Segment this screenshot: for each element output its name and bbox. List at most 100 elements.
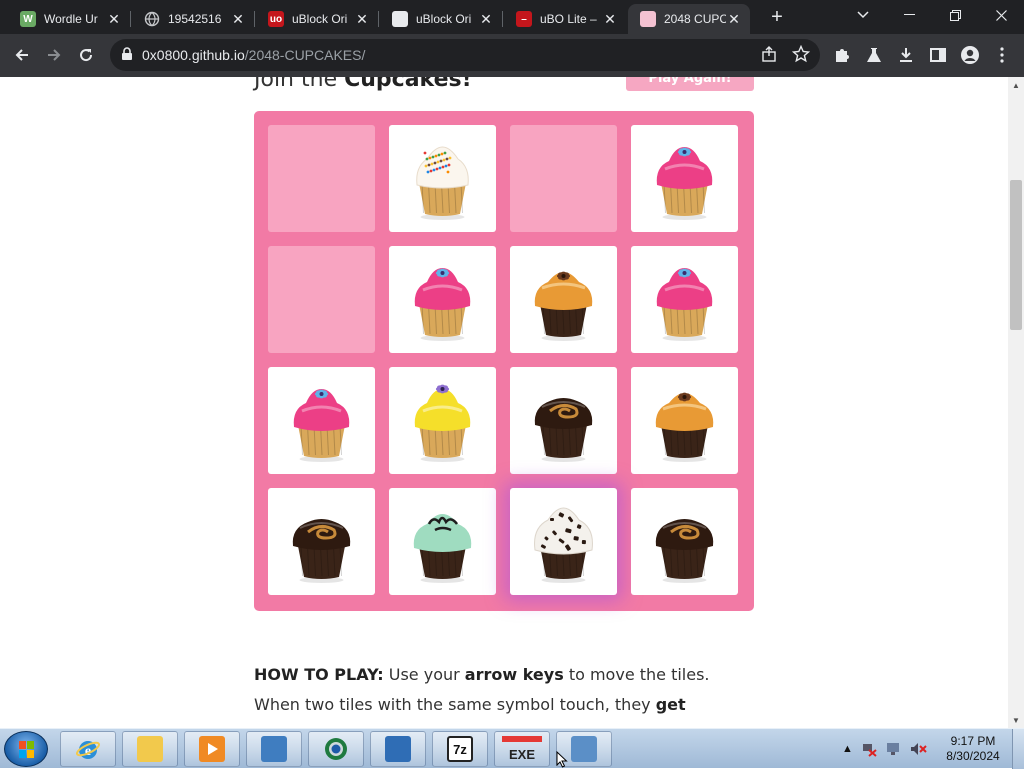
caramel-chocolate-cupcake-icon <box>534 271 593 341</box>
tab-title: uBO Lite – <box>540 12 597 26</box>
reload-icon <box>80 49 93 62</box>
extensions-button[interactable] <box>828 41 856 69</box>
taskbar-youtube-exe[interactable]: EXE <box>494 731 550 767</box>
cupcake-tile <box>510 246 617 353</box>
scroll-up-arrow-icon[interactable]: ▲ <box>1008 77 1024 93</box>
browser-tab[interactable]: W Wordle Ur ✕ <box>8 4 130 34</box>
browser-tab[interactable]: – uBO Lite – ✕ <box>504 4 626 34</box>
labs-button[interactable] <box>860 41 888 69</box>
side-panel-button[interactable] <box>924 41 952 69</box>
tab-separator <box>130 11 131 27</box>
tab-separator <box>254 11 255 27</box>
taskbar-upload-tool[interactable] <box>370 731 426 767</box>
ublock-origin-icon: uo <box>268 11 284 27</box>
system-tray: ▲ <box>842 735 927 763</box>
scrollbar-thumb[interactable] <box>1010 180 1022 330</box>
close-tab-icon[interactable]: ✕ <box>230 11 246 27</box>
profile-avatar-icon <box>961 46 979 64</box>
play-again-button[interactable]: Play Again! <box>626 77 754 91</box>
windows-logo-icon <box>19 741 34 758</box>
close-tab-icon[interactable]: ✕ <box>478 11 494 27</box>
address-bar[interactable]: 0x0800.github.io/2048-CUPCAKES/ <box>110 39 820 71</box>
side-panel-icon <box>930 48 946 62</box>
show-desktop-button[interactable] <box>1012 729 1024 769</box>
tab-title: uBlock Ori <box>416 12 472 26</box>
howto-label: HOW TO PLAY: <box>254 665 384 684</box>
page-viewport: Join the Cupcakes! Play Again! HOW TO PL… <box>0 77 1008 728</box>
taskbar-media-player[interactable] <box>184 731 240 767</box>
taskbar-clock[interactable]: 9:17 PM 8/30/2024 <box>938 734 1008 764</box>
forward-button[interactable] <box>40 41 68 69</box>
game-board <box>254 111 754 611</box>
browser-tab[interactable]: 19542516 ✕ <box>132 4 254 34</box>
minimize-button[interactable] <box>886 0 932 30</box>
page-scrollbar[interactable]: ▲ ▼ <box>1008 77 1024 728</box>
remote-desktop-icon <box>571 736 597 762</box>
7zip-icon: 7z <box>447 736 473 762</box>
youtube-exe-label: EXE <box>502 736 542 762</box>
taskbar-file-explorer[interactable] <box>122 731 178 767</box>
browser-tab-strip: W Wordle Ur ✕ 19542516 ✕ uo uBlock Ori ✕ uBlock … <box>0 0 1024 34</box>
7zip-label: 7z <box>453 741 467 757</box>
menu-button[interactable] <box>988 41 1016 69</box>
cupcake-tile <box>631 367 738 474</box>
close-tab-icon[interactable]: ✕ <box>354 11 370 27</box>
upload-tool-icon <box>385 736 411 762</box>
browser-tab[interactable]: 2048 CUPC ✕ <box>628 4 750 34</box>
empty-cell <box>268 246 375 353</box>
tab-title: 2048 CUPC <box>664 12 726 26</box>
mint-chocolate-cupcake-icon <box>413 514 472 583</box>
heading-bold: Cupcakes! <box>344 77 472 92</box>
tray-expand-icon[interactable]: ▲ <box>842 743 853 755</box>
download-icon <box>900 48 912 62</box>
cupcake-tile <box>510 367 617 474</box>
internet-explorer-icon: e <box>75 736 101 762</box>
cupcake-tile <box>389 367 496 474</box>
downloads-button[interactable] <box>892 41 920 69</box>
media-player-icon <box>199 736 225 762</box>
cupcake-favicon-icon <box>640 11 656 27</box>
back-button[interactable] <box>8 41 36 69</box>
forward-arrow-icon <box>48 49 61 61</box>
network-warning-icon[interactable] <box>861 741 877 757</box>
taskbar-7zip[interactable]: 7z <box>432 731 488 767</box>
cupcake-tile <box>631 125 738 232</box>
globe-icon <box>144 11 160 27</box>
pink-frosting-flower-cupcake-icon <box>656 147 713 220</box>
tab-title: uBlock Ori <box>292 12 348 26</box>
display-icon[interactable] <box>885 741 901 757</box>
control-panel-icon <box>261 736 287 762</box>
url-text: 0x0800.github.io/2048-CUPCAKES/ <box>142 47 365 63</box>
start-button[interactable] <box>4 731 48 767</box>
restore-button[interactable] <box>932 0 978 30</box>
page-heading: Join the Cupcakes! <box>254 77 472 92</box>
folder-icon <box>137 736 163 762</box>
chrome-icon <box>323 736 349 762</box>
taskbar-internet-explorer[interactable]: e <box>60 731 116 767</box>
close-tab-icon[interactable]: ✕ <box>602 11 618 27</box>
volume-muted-icon[interactable] <box>909 741 927 757</box>
puzzle-icon <box>836 49 849 62</box>
chocolate-swirl-cupcake-icon <box>655 519 714 583</box>
ublock-wiki-icon <box>392 11 408 27</box>
tab-title: Wordle Ur <box>44 12 98 26</box>
taskbar-control-panel[interactable] <box>246 731 302 767</box>
bookmark-star-icon[interactable] <box>791 44 811 68</box>
reload-button[interactable] <box>72 41 100 69</box>
new-tab-button[interactable]: + <box>766 6 788 28</box>
share-icon[interactable] <box>760 45 778 68</box>
close-window-button[interactable] <box>978 0 1024 30</box>
taskbar-chrome[interactable] <box>308 731 364 767</box>
scroll-down-arrow-icon[interactable]: ▼ <box>1008 712 1024 728</box>
sprinkles-vanilla-cupcake-icon <box>416 146 469 220</box>
tab-search-button[interactable] <box>840 0 886 30</box>
close-tab-icon[interactable]: ✕ <box>106 11 122 27</box>
empty-cell <box>268 125 375 232</box>
browser-tab[interactable]: uo uBlock Ori ✕ <box>256 4 378 34</box>
cupcake-tile <box>389 246 496 353</box>
close-tab-icon[interactable]: ✕ <box>726 11 742 27</box>
profile-button[interactable] <box>956 41 984 69</box>
chocolate-swirl-cupcake-icon <box>292 519 351 583</box>
windows-taskbar: e 7z EXE ▲ 9:17 PM 8/30/2024 <box>0 728 1024 769</box>
browser-tab[interactable]: uBlock Ori ✕ <box>380 4 502 34</box>
